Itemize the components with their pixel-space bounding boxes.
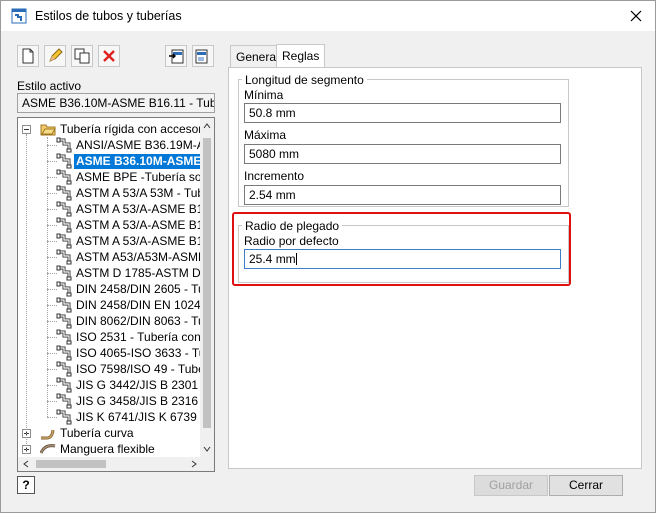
- tree-item-label: DIN 2458/DIN 2605 - Tub: [76, 282, 212, 296]
- scroll-down-icon[interactable]: [203, 445, 211, 453]
- export-icon: [195, 49, 208, 64]
- copy-style-icon: [74, 48, 90, 64]
- max-label: Máxima: [244, 128, 287, 142]
- import-button[interactable]: [165, 45, 187, 67]
- tree-item-label: ASTM A 53/A 53M - Tube: [76, 186, 211, 200]
- edit-style-icon: [49, 48, 63, 62]
- tree-item-label: ASTM D 1785-ASTM D 24: [76, 266, 215, 280]
- tree-item-label: DIN 8062/DIN 8063 - Tub: [76, 314, 212, 328]
- copy-style-button[interactable]: [71, 45, 93, 67]
- tree-item-label: ASTM A53/A53M-ASME B: [76, 250, 215, 264]
- pipe-fitting-icon: [56, 281, 72, 297]
- help-button[interactable]: ?: [17, 476, 35, 494]
- pipe-fitting-icon: [56, 185, 72, 201]
- tree-item-label: ANSI/ASME B36.19M-ASM: [76, 138, 215, 152]
- active-style-field: ASME B36.10M-ASME B16.11 - Tubería: [17, 93, 215, 113]
- tree-item-label: ISO 2531 - Tubería con b: [76, 330, 211, 344]
- scroll-left-icon[interactable]: [22, 460, 30, 468]
- tree-horizontal-scrollbar[interactable]: [18, 457, 202, 471]
- pipe-fitting-icon: [56, 361, 72, 377]
- pipe-fitting-icon: [56, 297, 72, 313]
- pipe-fitting-icon: [56, 313, 72, 329]
- pipe-fitting-icon: [56, 201, 72, 217]
- active-style-label: Estilo activo: [17, 79, 82, 93]
- tree-item-label: DIN 2458/DIN EN 10242 -: [76, 298, 215, 312]
- save-button[interactable]: Guardar: [474, 475, 548, 496]
- dialog-window: Estilos de tubos y tuberías Estilo activ…: [0, 0, 656, 513]
- tree-guide-line: [26, 134, 27, 454]
- tree-item-label: ASTM A 53/A-ASME B16.: [76, 234, 214, 248]
- min-length-input[interactable]: 50.8 mm: [244, 103, 561, 123]
- scroll-corner: [200, 457, 214, 471]
- new-style-button[interactable]: [17, 45, 39, 67]
- dialog-app-icon: [11, 8, 27, 24]
- export-button[interactable]: [192, 45, 214, 67]
- close-window-button[interactable]: [623, 5, 649, 27]
- vertical-scroll-thumb[interactable]: [203, 138, 211, 428]
- tree-item-label: ASTM A 53/A-ASME B16.: [76, 202, 214, 216]
- pipe-fitting-icon: [56, 137, 72, 153]
- pipe-fitting-icon: [56, 153, 72, 169]
- pipe-fitting-icon: [56, 217, 72, 233]
- pipe-fitting-icon: [56, 233, 72, 249]
- scroll-right-icon[interactable]: [190, 460, 198, 468]
- tree-item-label: JIS K 6741/JIS K 6739 - T: [76, 410, 215, 424]
- tree-guide-line: [47, 137, 48, 417]
- pipe-fitting-icon: [56, 393, 72, 409]
- close-button[interactable]: Cerrar: [549, 475, 623, 496]
- tree-item-label: JIS G 3458/JIS B 2316 - T: [76, 394, 215, 408]
- pipe-fitting-icon: [56, 265, 72, 281]
- scroll-up-icon[interactable]: [203, 122, 211, 130]
- tree-node-label: Tubería rígida con accesorios: [60, 122, 215, 136]
- style-tree[interactable]: Tubería rígida con accesorios ANSI/ASME B…: [17, 117, 215, 472]
- new-style-icon: [22, 48, 34, 64]
- pipe-fitting-icon: [56, 409, 72, 425]
- horizontal-scroll-thumb[interactable]: [36, 460, 106, 468]
- tree-vertical-scrollbar[interactable]: [200, 118, 214, 457]
- tree-item-label: ASTM A 53/A-ASME B16.: [76, 218, 214, 232]
- tree-node-label: Tubería curva: [60, 426, 134, 440]
- increment-input[interactable]: 2.54 mm: [244, 185, 561, 205]
- pipe-fitting-icon: [56, 377, 72, 393]
- tab-reglas[interactable]: Reglas: [276, 44, 326, 68]
- tree-item-label: JIS G 3442/JIS B 2301 Tu: [76, 378, 215, 392]
- max-length-input[interactable]: 5080 mm: [244, 144, 561, 164]
- bend-radius-highlight: [232, 212, 571, 286]
- import-icon: [169, 49, 184, 64]
- tree-item-label: ASME B36.10M-ASME B: [74, 154, 214, 169]
- pipe-fitting-icon: [56, 345, 72, 361]
- close-icon: [630, 10, 642, 22]
- edit-style-button[interactable]: [44, 45, 66, 67]
- delete-style-button[interactable]: [98, 45, 120, 67]
- pipe-fitting-icon: [56, 329, 72, 345]
- increment-label: Incremento: [244, 169, 305, 183]
- segment-length-title: Longitud de segmento: [242, 73, 367, 87]
- tree-node-label: Manguera flexible: [60, 442, 155, 456]
- title-bar: Estilos de tubos y tuberías: [1, 1, 655, 31]
- tree-item-label: ISO 7598/ISO 49 - Tuber: [76, 362, 209, 376]
- tree-item-label: ISO 4065-ISO 3633 - Tub: [76, 346, 213, 360]
- flexible-hose-icon: [39, 441, 56, 457]
- curved-pipe-icon: [40, 425, 56, 441]
- min-label: Mínima: [244, 88, 284, 102]
- folder-icon: [40, 121, 56, 137]
- pipe-fitting-icon: [56, 249, 72, 265]
- window-title: Estilos de tubos y tuberías: [35, 9, 182, 23]
- pipe-fitting-icon: [56, 169, 72, 185]
- delete-style-icon: [103, 50, 115, 62]
- tree-collapse-toggle[interactable]: [22, 125, 31, 134]
- tree-item-label: ASME BPE -Tubería soldad: [76, 170, 215, 184]
